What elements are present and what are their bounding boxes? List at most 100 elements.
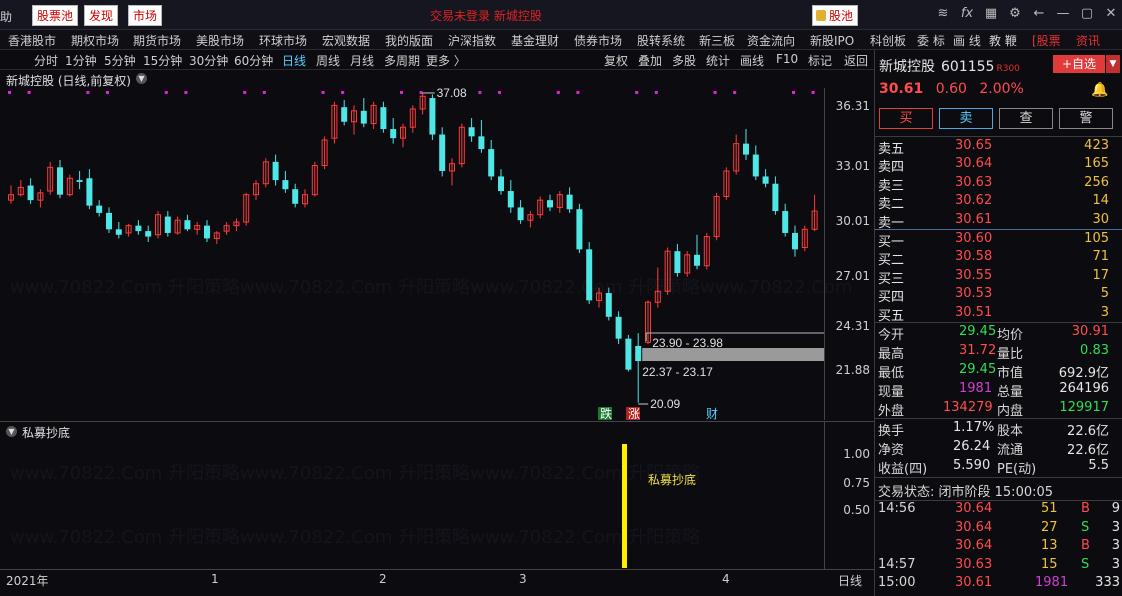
layers-icon[interactable]: ≋ (936, 6, 950, 21)
bell-icon[interactable]: 🔔 (1091, 82, 1108, 98)
period-daily[interactable]: 日线 (282, 52, 306, 69)
tick-row: 15:00 30.61 1981 333 (878, 575, 1120, 590)
add-watchlist-button[interactable]: +自选 (1053, 55, 1105, 73)
chevron-down-icon[interactable]: ▼ (136, 73, 147, 84)
menu-item[interactable]: 我的版面 (385, 32, 433, 49)
y-tick: 21.88 (835, 363, 870, 377)
menu-item[interactable]: 教 鞭 (989, 32, 1017, 49)
sell-button[interactable]: 卖 (939, 108, 993, 129)
discover-button[interactable]: 发现 (84, 5, 119, 26)
marker-dot (400, 91, 403, 94)
query-button[interactable]: 查 (999, 108, 1053, 129)
period-5min[interactable]: 5分钟 (104, 52, 136, 69)
pool-button[interactable]: 股池 (812, 5, 859, 26)
candle-body (76, 180, 83, 182)
marker-dot (811, 91, 815, 94)
gear-icon[interactable]: ⚙ (1008, 6, 1022, 21)
menu-item[interactable]: 基金理财 (511, 32, 559, 49)
back-icon[interactable]: ← (1032, 6, 1046, 21)
tick-row: 14:56 30.64 51 B 9 (878, 501, 1120, 516)
chevron-down-icon[interactable]: ▼ (6, 426, 17, 437)
tool-back[interactable]: 返回 (844, 52, 868, 69)
ask-row: 卖三 30.63 256 (878, 174, 1109, 194)
menu-item[interactable]: 宏观数据 (322, 32, 370, 49)
period-label[interactable]: 日线 (838, 572, 862, 589)
maximize-icon[interactable]: ▢ (1080, 6, 1094, 21)
menu-item[interactable]: 债券市场 (574, 32, 622, 49)
tool-f10[interactable]: F10 (776, 52, 798, 66)
stock-pool-button[interactable]: 股票池 (32, 5, 79, 26)
price-row: 30.61 0.60 2.00% (879, 81, 1032, 97)
menu-item[interactable]: 沪深指数 (448, 32, 496, 49)
tool-stats[interactable]: 统计 (706, 52, 730, 69)
candle-body (762, 176, 769, 184)
menu-item[interactable]: 资金流向 (747, 32, 795, 49)
market-button[interactable]: 市场 (128, 5, 163, 26)
period-more[interactable]: 更多 〉 (426, 52, 466, 69)
period-60min[interactable]: 60分钟 (234, 52, 273, 69)
signal-bar (622, 444, 627, 568)
menu-item[interactable]: 期货市场 (133, 32, 181, 49)
tool-multi-stock[interactable]: 多股 (672, 52, 696, 69)
menu-item[interactable]: 期权市场 (71, 32, 119, 49)
tool-adjust[interactable]: 复权 (604, 52, 628, 69)
price-axis: 36.31 33.01 30.01 27.01 24.31 21.88 (824, 88, 874, 420)
y-tick: 24.31 (835, 319, 870, 333)
candle-body (429, 98, 436, 135)
period-monthly[interactable]: 月线 (350, 52, 374, 69)
high-label: 37.08 (437, 88, 467, 100)
period-15min[interactable]: 15分钟 (143, 52, 182, 69)
tool-draw[interactable]: 画线 (740, 52, 764, 69)
bid-book: 买一 30.60 105 买二 30.58 71 买三 30.55 17 买四 30.53 5 … (875, 230, 1122, 324)
stock-code: 601155 (941, 59, 995, 75)
minimize-icon[interactable]: — (1056, 6, 1070, 21)
menu-item[interactable]: 香港股市 (8, 32, 56, 49)
candle-body (605, 293, 612, 317)
marker-dot (243, 91, 247, 94)
marker-dot (635, 91, 639, 94)
x-tick: 1 (211, 572, 219, 586)
gap-label-lower: 22.37 - 23.17 (642, 365, 713, 379)
help-label[interactable]: 助 (0, 8, 12, 25)
menu-item[interactable]: 科创板 (870, 32, 906, 49)
period-1min[interactable]: 1分钟 (65, 52, 97, 69)
menu-item[interactable]: 委 标 (917, 32, 945, 49)
menu-item[interactable]: 美股市场 (196, 32, 244, 49)
period-30min[interactable]: 30分钟 (189, 52, 228, 69)
window-controls: ≋ fx ▦ ⚙ ← — ▢ ✕ (936, 6, 1118, 21)
price-pct: 2.00% (979, 81, 1024, 97)
period-multi[interactable]: 多周期 (384, 52, 420, 69)
candle-body (517, 207, 524, 221)
formula-icon[interactable]: fx (960, 6, 974, 21)
alert-button[interactable]: 警 (1059, 108, 1113, 129)
y-tick: 0.75 (843, 476, 870, 490)
menu-item[interactable]: 股转系统 (637, 32, 685, 49)
tool-overlay[interactable]: 叠加 (638, 52, 662, 69)
pool-label: 股池 (829, 9, 854, 23)
period-intraday[interactable]: 分时 (34, 52, 58, 69)
gap-band (642, 348, 824, 361)
menu-item[interactable]: 资讯 (1076, 32, 1100, 49)
menu-item[interactable]: 环球市场 (259, 32, 307, 49)
menu-item[interactable]: [股票 (1032, 32, 1061, 49)
close-icon[interactable]: ✕ (1104, 6, 1118, 21)
menu-item[interactable]: 新股IPO (810, 32, 854, 49)
marker-dot (654, 91, 658, 94)
indicator-pane[interactable]: www.70822.Com 升阳策略www.70822.Com 升阳策略www.… (0, 439, 824, 569)
candle-chart[interactable]: www.70822.Com 升阳策略www.70822.Com 升阳策略www.… (0, 88, 874, 420)
menu-item[interactable]: 画 线 (953, 32, 981, 49)
tool-mark[interactable]: 标记 (808, 52, 832, 69)
candle-body (380, 107, 387, 130)
candle-body (625, 338, 632, 370)
grid-icon[interactable]: ▦ (984, 6, 998, 21)
chevron-down-icon[interactable]: ▼ (1106, 55, 1120, 73)
buy-button[interactable]: 买 (879, 108, 933, 129)
candle-body (635, 345, 642, 362)
menu-item[interactable]: 新三板 (699, 32, 735, 49)
y-tick: 0.50 (843, 503, 870, 517)
period-weekly[interactable]: 周线 (316, 52, 340, 69)
watermark: www.70822.Com 升阳策略www.70822.Com 升阳策略www.… (10, 527, 701, 548)
stat-row: 最低 29.45 市值 692.9亿 (878, 362, 1109, 381)
marker-dot (792, 91, 795, 94)
tick-row: 14:57 30.63 15 S 3 (878, 556, 1120, 572)
